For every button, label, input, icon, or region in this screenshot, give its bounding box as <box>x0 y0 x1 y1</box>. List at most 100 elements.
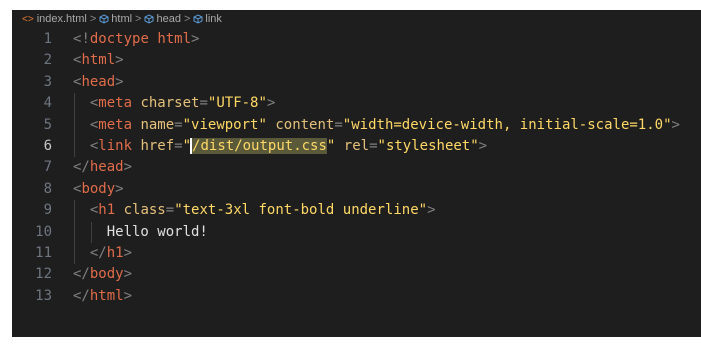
code-token: content <box>275 116 335 133</box>
breadcrumb-item-link[interactable]: link <box>205 13 222 25</box>
code-token: "stylesheet" <box>377 137 479 154</box>
html-file-icon: <> <box>22 13 34 25</box>
line-number: 12 <box>35 266 52 283</box>
code-token: </ <box>73 266 90 283</box>
code-token: doctype <box>89 31 149 47</box>
code-line-10[interactable]: 10 Hello world! <box>12 221 701 243</box>
code-token: "UTF-8" <box>207 95 267 112</box>
line-number: 4 <box>43 95 52 112</box>
chevron-right-icon: > <box>183 13 191 25</box>
line-number: 2 <box>43 52 52 69</box>
code-token: > <box>123 287 133 304</box>
code-token: > <box>478 137 488 154</box>
code-token: </ <box>89 244 107 261</box>
code-token: charset <box>140 95 200 112</box>
code-line-11[interactable]: 11 </h1> <box>12 242 701 265</box>
code-text: </html> <box>73 286 132 307</box>
code-text: Hello world! <box>73 222 208 243</box>
code-line-3[interactable]: 3 <head> <box>12 72 701 93</box>
code-token: body <box>89 266 124 283</box>
code-text: <meta name="viewport" content="width=dev… <box>73 115 680 136</box>
code-text: <meta charset="UTF-8"> <box>73 93 276 114</box>
breadcrumb-item-html[interactable]: html <box>111 13 132 25</box>
code-token: = <box>165 202 175 219</box>
chevron-right-icon: > <box>89 13 97 25</box>
code-line-5[interactable]: 5 <meta name="viewport" content="width=d… <box>12 114 701 136</box>
code-token: body <box>81 180 116 197</box>
code-token: </ <box>73 287 90 304</box>
code-token: class <box>123 202 166 219</box>
code-text: <!doctype html> <box>73 29 199 50</box>
code-token: html <box>81 52 116 69</box>
code-text: <html> <box>73 50 124 71</box>
line-number: 6 <box>43 137 52 154</box>
line-number: 9 <box>43 202 52 219</box>
code-token: > <box>115 52 124 69</box>
code-token: href <box>140 137 175 154</box>
line-number: 5 <box>43 116 52 133</box>
code-token: "viewport" <box>182 116 267 133</box>
breadcrumb-item-file[interactable]: index.html <box>37 13 87 25</box>
code-line-12[interactable]: 12 </body> <box>12 264 701 285</box>
code-line-1[interactable]: 1 <!doctype html> <box>12 29 701 50</box>
code-token: </ <box>73 159 90 176</box>
code-line-13[interactable]: 13 </html> <box>12 286 701 307</box>
cube-icon <box>193 14 203 24</box>
code-token: > <box>266 95 276 112</box>
code-token: head <box>89 159 124 176</box>
code-token: ! <box>81 31 90 47</box>
code-line-6[interactable]: 6 <link href="/dist/output.css" rel="sty… <box>12 135 701 158</box>
text-selection: /dist/output.css <box>190 137 327 154</box>
line-number: 11 <box>35 244 52 261</box>
code-token: h1 <box>106 244 124 261</box>
code-token: > <box>123 244 133 261</box>
code-token: html <box>89 287 124 304</box>
code-token: > <box>123 159 133 176</box>
code-line-4[interactable]: 4 <meta charset="UTF-8"> <box>12 93 701 115</box>
code-line-2[interactable]: 2 <html> <box>12 50 701 71</box>
code-text: <h1 class="text-3xl font-bold underline"… <box>73 200 436 221</box>
code-line-8[interactable]: 8 <body> <box>12 179 701 200</box>
code-token: = <box>369 137 378 154</box>
cube-icon <box>99 14 109 24</box>
code-text: </h1> <box>73 243 132 264</box>
code-line-7[interactable]: 7 </head> <box>12 157 701 178</box>
code-token: > <box>123 266 133 283</box>
code-token: link <box>98 137 133 154</box>
code-token: > <box>427 202 436 219</box>
code-text: </body> <box>73 264 132 285</box>
code-token: "width=device-width, initial-scale=1.0" <box>342 116 672 133</box>
line-number: 10 <box>35 223 52 240</box>
line-number: 13 <box>35 287 52 304</box>
code-area[interactable]: 1 <!doctype html> 2 <html> 3 <head> 4 <meta ch… <box>12 29 701 307</box>
line-number: 7 <box>43 159 52 176</box>
code-text: <head> <box>73 72 124 93</box>
code-token: > <box>671 116 680 133</box>
code-token: = <box>174 116 183 133</box>
code-token: meta <box>98 116 133 133</box>
code-token: = <box>334 116 343 133</box>
code-line-9[interactable]: 9 <h1 class="text-3xl font-bold underlin… <box>12 200 701 222</box>
code-token: head <box>81 73 116 90</box>
code-token: meta <box>98 95 133 112</box>
code-text: </head> <box>73 157 132 178</box>
code-editor[interactable]: <> index.html > html > head > link 1 <!do… <box>12 10 701 337</box>
breadcrumb-item-head[interactable]: head <box>156 13 180 25</box>
code-token: > <box>115 180 124 197</box>
line-number: 3 <box>43 73 52 90</box>
code-token: = <box>199 95 208 112</box>
code-token: rel <box>343 137 370 154</box>
line-number: 8 <box>43 180 52 197</box>
code-text: <body> <box>73 179 124 200</box>
code-token: h1 <box>98 202 116 219</box>
breadcrumb: <> index.html > html > head > link <box>12 10 701 28</box>
line-number: 1 <box>43 31 52 47</box>
code-text: <link href="/dist/output.css" rel="style… <box>73 136 487 157</box>
